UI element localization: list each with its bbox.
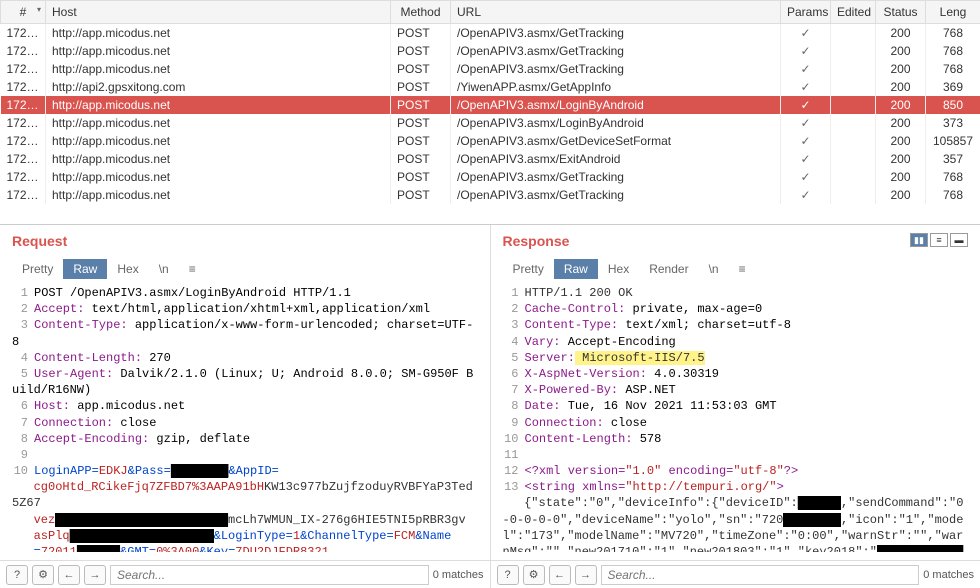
response-title: Response — [503, 233, 969, 249]
gear-icon[interactable]: ⚙ — [32, 565, 54, 585]
help-button[interactable]: ? — [6, 565, 28, 585]
tab-hex[interactable]: Hex — [107, 259, 148, 279]
proxy-history-table[interactable]: #▾ Host Method URL Params Edited Status … — [0, 0, 980, 204]
tab-pretty-resp[interactable]: Pretty — [503, 259, 554, 279]
matches-label: 0 matches — [433, 569, 484, 581]
col-status[interactable]: Status — [876, 1, 926, 24]
layout-single-icon[interactable]: ▬ — [950, 233, 968, 247]
request-panel: Request Pretty Raw Hex \n ≡ 1POST /OpenA… — [0, 225, 491, 560]
col-url[interactable]: URL — [451, 1, 781, 24]
matches-label-resp: 0 matches — [923, 569, 974, 581]
tab-hex-resp[interactable]: Hex — [598, 259, 639, 279]
col-edited[interactable]: Edited — [831, 1, 876, 24]
table-row[interactable]: 17227http://app.micodus.netPOST/OpenAPIV… — [1, 186, 980, 204]
prev-button[interactable]: ← — [58, 565, 80, 585]
request-title: Request — [12, 233, 478, 249]
table-row[interactable]: 17235http://app.micodus.netPOST/OpenAPIV… — [1, 42, 980, 60]
search-input-response[interactable] — [601, 565, 920, 585]
col-length[interactable]: Leng — [926, 1, 980, 24]
request-table-area: #▾ Host Method URL Params Edited Status … — [0, 0, 980, 225]
prev-button-resp[interactable]: ← — [549, 565, 571, 585]
request-body[interactable]: 1POST /OpenAPIV3.asmx/LoginByAndroid HTT… — [12, 285, 478, 552]
tab-pretty[interactable]: Pretty — [12, 259, 63, 279]
table-row[interactable]: 17236http://app.micodus.netPOST/OpenAPIV… — [1, 24, 980, 43]
col-num[interactable]: #▾ — [1, 1, 46, 24]
table-row[interactable]: 17228http://app.micodus.netPOST/OpenAPIV… — [1, 168, 980, 186]
response-panel: ▮▮ ≡ ▬ Response Pretty Raw Hex Render \n… — [491, 225, 980, 560]
search-input-request[interactable] — [110, 565, 429, 585]
tab-newline-resp[interactable]: \n — [699, 259, 729, 279]
table-row[interactable]: 17233http://api2.gpsxitong.comPOST/Yiwen… — [1, 78, 980, 96]
tab-raw-resp[interactable]: Raw — [554, 259, 598, 279]
footer: ? ⚙ ← → 0 matches ? ⚙ ← → 0 matches — [0, 560, 980, 588]
layout-rows-icon[interactable]: ≡ — [930, 233, 948, 247]
table-row[interactable]: 17230http://app.micodus.netPOST/OpenAPIV… — [1, 132, 980, 150]
layout-two-column-icon[interactable]: ▮▮ — [910, 233, 928, 247]
tab-render-resp[interactable]: Render — [639, 259, 698, 279]
table-row[interactable]: 17232http://app.micodus.netPOST/OpenAPIV… — [1, 96, 980, 114]
col-params[interactable]: Params — [781, 1, 831, 24]
sort-arrow-icon: ▾ — [37, 5, 41, 14]
tab-newline[interactable]: \n — [149, 259, 179, 279]
tab-raw[interactable]: Raw — [63, 259, 107, 279]
table-row[interactable]: 17229http://app.micodus.netPOST/OpenAPIV… — [1, 150, 980, 168]
col-host[interactable]: Host — [46, 1, 391, 24]
table-row[interactable]: 17234http://app.micodus.netPOST/OpenAPIV… — [1, 60, 980, 78]
response-body[interactable]: 1HTTP/1.1 200 OK 2Cache-Control: private… — [503, 285, 969, 552]
gear-icon-resp[interactable]: ⚙ — [523, 565, 545, 585]
col-method[interactable]: Method — [391, 1, 451, 24]
next-button[interactable]: → — [84, 565, 106, 585]
response-tabs: Pretty Raw Hex Render \n ≡ — [503, 259, 969, 279]
help-button-resp[interactable]: ? — [497, 565, 519, 585]
hamburger-icon-resp[interactable]: ≡ — [733, 259, 752, 279]
hamburger-icon[interactable]: ≡ — [183, 259, 202, 279]
next-button-resp[interactable]: → — [575, 565, 597, 585]
request-tabs: Pretty Raw Hex \n ≡ — [12, 259, 478, 279]
panels-container: Request Pretty Raw Hex \n ≡ 1POST /OpenA… — [0, 225, 980, 560]
table-row[interactable]: 17231http://app.micodus.netPOST/OpenAPIV… — [1, 114, 980, 132]
